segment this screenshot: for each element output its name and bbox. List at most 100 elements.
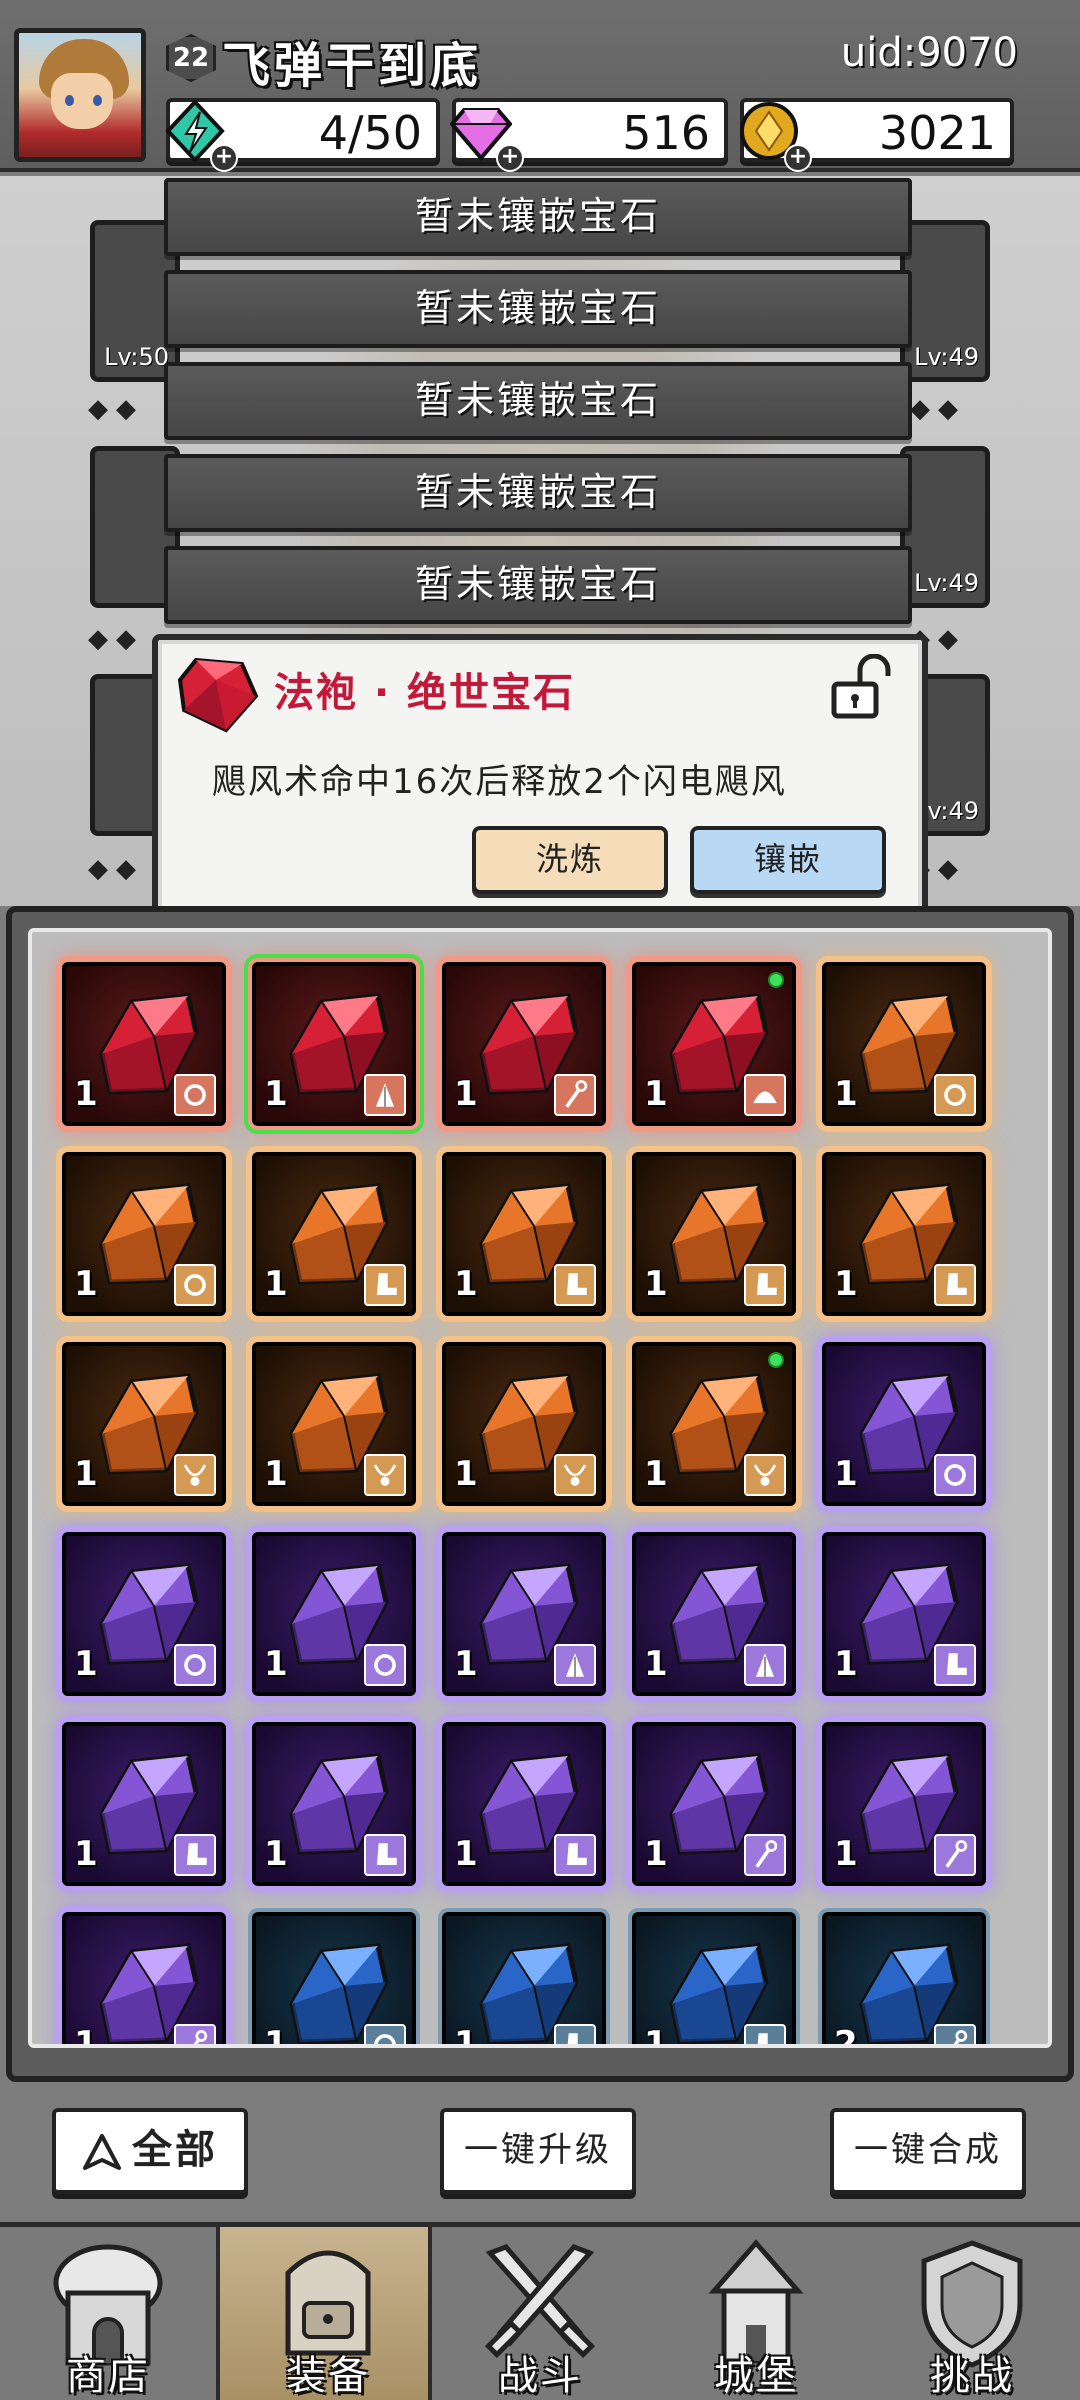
- filter-all-button[interactable]: 全部: [52, 2108, 248, 2194]
- red-gem-item[interactable]: 1: [442, 962, 606, 1126]
- nav-battle[interactable]: 战斗: [432, 2227, 648, 2400]
- gem-count: 1: [834, 1074, 858, 1114]
- gem-count: 1: [454, 2024, 478, 2048]
- orange-gem-item[interactable]: 1: [822, 962, 986, 1126]
- necklace-slot-icon: [364, 1454, 406, 1496]
- top-bar: 22 飞弹干到底 uid:9070 + 4/50 + 516 + 3021: [0, 0, 1080, 172]
- nav-castle[interactable]: 城堡: [648, 2227, 864, 2400]
- nav-label: 挑战: [930, 2353, 1014, 2399]
- orange-gem-item[interactable]: 1: [442, 1152, 606, 1316]
- orange-gem-item[interactable]: 1: [62, 1342, 226, 1506]
- nav-label: 城堡: [714, 2353, 798, 2399]
- nav-shop[interactable]: 商店: [0, 2227, 216, 2400]
- gem-count: 1: [264, 1264, 288, 1304]
- boot-slot-icon: [744, 2024, 786, 2044]
- gem-count: 1: [454, 1264, 478, 1304]
- gem-slot-empty[interactable]: 暂未镶嵌宝石: [164, 546, 912, 624]
- gem-slot-empty[interactable]: 暂未镶嵌宝石: [164, 362, 912, 440]
- orange-gem-item[interactable]: 1: [822, 1152, 986, 1316]
- gem-slot-empty[interactable]: 暂未镶嵌宝石: [164, 178, 912, 256]
- add-diamond-button[interactable]: +: [496, 144, 524, 172]
- hat-slot-icon: [744, 1074, 786, 1116]
- one-click-merge-button[interactable]: 一键合成: [830, 2108, 1026, 2194]
- gem-count: 2: [834, 2024, 858, 2048]
- nav-equipment[interactable]: 装备: [216, 2227, 432, 2400]
- player-name: 飞弹干到底: [222, 38, 483, 94]
- boot-slot-icon: [364, 1264, 406, 1306]
- refine-button[interactable]: 洗炼: [472, 826, 668, 894]
- add-gold-button[interactable]: +: [784, 144, 812, 172]
- gem-count: 1: [264, 1644, 288, 1684]
- orange-gem-item[interactable]: 1: [632, 1342, 796, 1506]
- purple-gem-item[interactable]: 1: [822, 1532, 986, 1696]
- nav-challenge[interactable]: 挑战: [864, 2227, 1080, 2400]
- gem-detail-popup: 法袍 · 绝世宝石 飓风术命中16次后释放2个闪电飓风 洗炼 镶嵌: [152, 634, 928, 918]
- gem-slot-empty[interactable]: 暂未镶嵌宝石: [164, 270, 912, 348]
- wand-slot-icon: [174, 2024, 216, 2044]
- orange-gem-item[interactable]: 1: [62, 1152, 226, 1316]
- orange-gem-item[interactable]: 1: [632, 1152, 796, 1316]
- gem-count: 1: [454, 1834, 478, 1874]
- boot-slot-icon: [554, 2024, 596, 2044]
- gem-count: 1: [454, 1644, 478, 1684]
- add-energy-button[interactable]: +: [210, 144, 238, 172]
- ring-slot-icon: [364, 1644, 406, 1686]
- ring-slot-icon: [934, 1454, 976, 1496]
- blue-gem-item[interactable]: 1: [632, 1912, 796, 2048]
- gem-count: 1: [74, 1264, 98, 1304]
- equip-level: Lv:50: [104, 343, 169, 371]
- robe-slot-icon: [364, 1074, 406, 1116]
- gem-inventory-grid[interactable]: 1 1 1 1 1 1 1 1 1 1 1 1 1 1 1 1 1 1 1 1 1 1 1 1 1 1 1 1 1 2: [28, 928, 1052, 2048]
- necklace-slot-icon: [554, 1454, 596, 1496]
- purple-gem-item[interactable]: 1: [822, 1342, 986, 1506]
- robe-slot-icon: [554, 1644, 596, 1686]
- gem-count: 1: [74, 2024, 98, 2048]
- gem-count: 1: [644, 2024, 668, 2048]
- purple-gem-item[interactable]: 1: [62, 1912, 226, 2048]
- boot-slot-icon: [934, 1264, 976, 1306]
- gem-count: 1: [264, 2024, 288, 2048]
- red-gem-item[interactable]: 1: [62, 962, 226, 1126]
- necklace-slot-icon: [174, 1454, 216, 1496]
- orange-gem-item[interactable]: 1: [252, 1152, 416, 1316]
- purple-gem-item[interactable]: 1: [822, 1722, 986, 1886]
- equip-slot-right-2[interactable]: Lv:49: [900, 446, 990, 608]
- gem-count: 1: [74, 1834, 98, 1874]
- purple-gem-item[interactable]: 1: [62, 1722, 226, 1886]
- ring-slot-icon: [174, 1644, 216, 1686]
- gem-description: 飓风术命中16次后释放2个闪电飓风: [212, 762, 787, 802]
- gold-value: 3021: [878, 106, 996, 160]
- purple-gem-item[interactable]: 1: [62, 1532, 226, 1696]
- energy-resource: + 4/50: [165, 98, 440, 172]
- ring-slot-icon: [934, 1074, 976, 1116]
- divider-diamonds: ◆◆: [910, 394, 966, 424]
- orange-gem-item[interactable]: 1: [252, 1342, 416, 1506]
- blue-gem-item[interactable]: 2: [822, 1912, 986, 2048]
- purple-gem-item[interactable]: 1: [632, 1722, 796, 1886]
- new-indicator-dot: [768, 972, 784, 988]
- red-gem-item[interactable]: 1: [632, 962, 796, 1126]
- nav-label: 战斗: [498, 2353, 582, 2399]
- gem-count: 1: [834, 1644, 858, 1684]
- inlay-button[interactable]: 镶嵌: [690, 826, 886, 894]
- blue-gem-item[interactable]: 1: [252, 1912, 416, 2048]
- one-click-upgrade-button[interactable]: 一键升级: [440, 2108, 636, 2194]
- unlock-icon[interactable]: [830, 654, 892, 720]
- equip-slot-right-1[interactable]: Lv:49: [900, 220, 990, 382]
- red-gem-icon: [177, 657, 259, 733]
- gem-count: 1: [834, 1264, 858, 1304]
- wand-slot-icon: [934, 1834, 976, 1876]
- player-avatar[interactable]: [14, 28, 146, 162]
- purple-gem-item[interactable]: 1: [442, 1722, 606, 1886]
- triangle-icon: [83, 2134, 121, 2170]
- red-gem-item[interactable]: 1: [244, 954, 424, 1134]
- blue-gem-item[interactable]: 1: [442, 1912, 606, 2048]
- gem-count: 1: [74, 1454, 98, 1494]
- purple-gem-item[interactable]: 1: [632, 1532, 796, 1696]
- purple-gem-item[interactable]: 1: [252, 1722, 416, 1886]
- boot-slot-icon: [554, 1264, 596, 1306]
- purple-gem-item[interactable]: 1: [252, 1532, 416, 1696]
- gem-slot-empty[interactable]: 暂未镶嵌宝石: [164, 454, 912, 532]
- purple-gem-item[interactable]: 1: [442, 1532, 606, 1696]
- orange-gem-item[interactable]: 1: [442, 1342, 606, 1506]
